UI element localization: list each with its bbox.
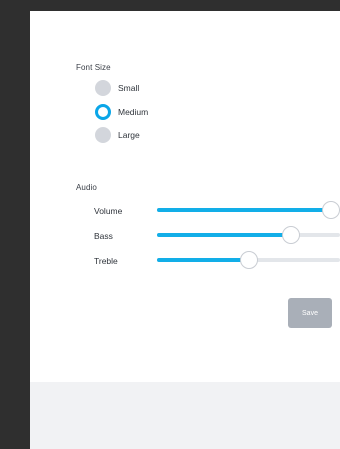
volume-label: Volume — [94, 206, 123, 216]
radio-label: Medium — [118, 107, 149, 117]
save-button[interactable]: Save — [288, 298, 332, 328]
radio-indicator — [95, 104, 111, 120]
bass-label: Bass — [94, 231, 113, 241]
slider-fill — [157, 208, 331, 212]
treble-label: Treble — [94, 256, 118, 266]
slider-fill — [157, 233, 291, 237]
slider-thumb[interactable] — [321, 201, 340, 219]
radio-label: Large — [118, 130, 140, 140]
radio-label: Small — [118, 83, 140, 93]
settings-screen: Font Size Small Medium Large Audio Volum… — [0, 0, 340, 449]
font-size-medium-radio[interactable]: Medium — [95, 104, 215, 120]
audio-label: Audio — [76, 183, 97, 192]
settings-footer — [30, 382, 340, 449]
font-size-small-radio[interactable]: Small — [95, 80, 215, 96]
treble-slider[interactable] — [157, 251, 340, 269]
radio-indicator — [95, 127, 111, 143]
bass-slider[interactable] — [157, 226, 340, 244]
font-size-label: Font Size — [76, 63, 111, 72]
radio-indicator — [95, 80, 111, 96]
font-size-large-radio[interactable]: Large — [95, 127, 215, 143]
volume-slider[interactable] — [157, 201, 340, 219]
slider-thumb[interactable] — [239, 251, 258, 269]
slider-thumb[interactable] — [281, 226, 300, 244]
slider-fill — [157, 258, 249, 262]
